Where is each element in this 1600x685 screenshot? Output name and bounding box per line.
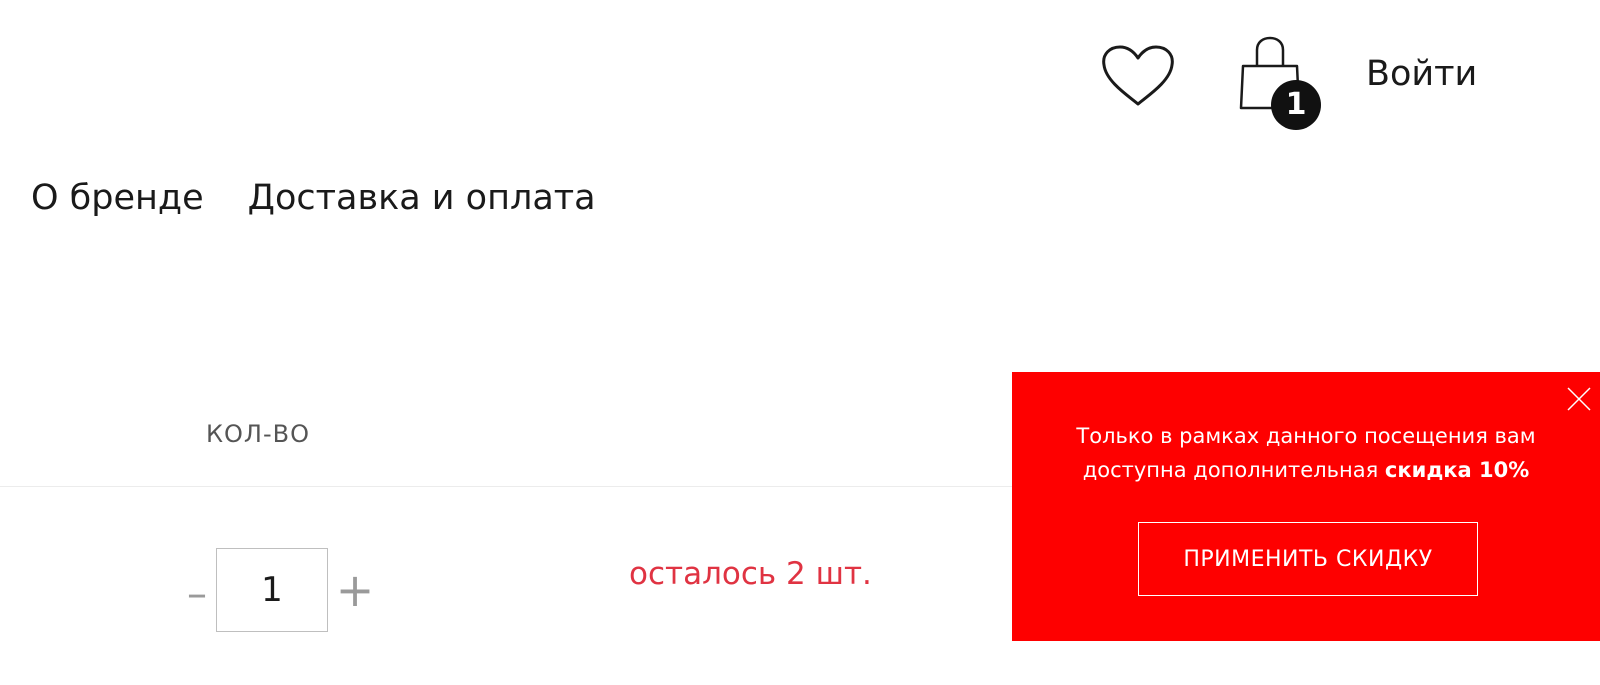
heart-icon xyxy=(1102,45,1174,106)
decrease-quantity-button[interactable]: – xyxy=(178,571,216,617)
cart-button[interactable]: 1 xyxy=(1237,36,1327,130)
promo-discount-highlight: скидка 10% xyxy=(1384,458,1530,482)
quantity-input[interactable] xyxy=(216,548,328,632)
apply-discount-button[interactable]: ПРИМЕНИТЬ СКИДКУ xyxy=(1138,522,1478,596)
discount-popup: Только в рамках данного посещения вам до… xyxy=(1012,372,1600,641)
table-divider xyxy=(0,486,1012,487)
main-nav: О бренде Доставка и оплата xyxy=(31,178,596,218)
nav-item-about-brand[interactable]: О бренде xyxy=(31,178,204,218)
promo-message: Только в рамках данного посещения вам до… xyxy=(1012,419,1600,487)
quantity-stepper: – + xyxy=(178,548,382,632)
page: 1 Войти О бренде Доставка и оплата КОЛ-В… xyxy=(0,0,1600,685)
promo-message-prefix: доступна дополнительная xyxy=(1082,458,1385,482)
close-popup-button[interactable] xyxy=(1564,384,1594,414)
quantity-column-header: КОЛ-ВО xyxy=(206,420,310,448)
nav-item-delivery-payment[interactable]: Доставка и оплата xyxy=(248,178,596,218)
wishlist-button[interactable] xyxy=(1100,44,1176,108)
increase-quantity-button[interactable]: + xyxy=(328,563,382,617)
close-icon xyxy=(1567,387,1591,411)
promo-message-line-1: Только в рамках данного посещения вам xyxy=(1076,424,1536,448)
promo-message-line-2: доступна дополнительная скидка 10% xyxy=(1012,453,1600,487)
stock-remaining-note: осталось 2 шт. xyxy=(629,556,872,592)
cart-count-badge: 1 xyxy=(1271,80,1321,130)
login-link[interactable]: Войти xyxy=(1366,54,1477,94)
